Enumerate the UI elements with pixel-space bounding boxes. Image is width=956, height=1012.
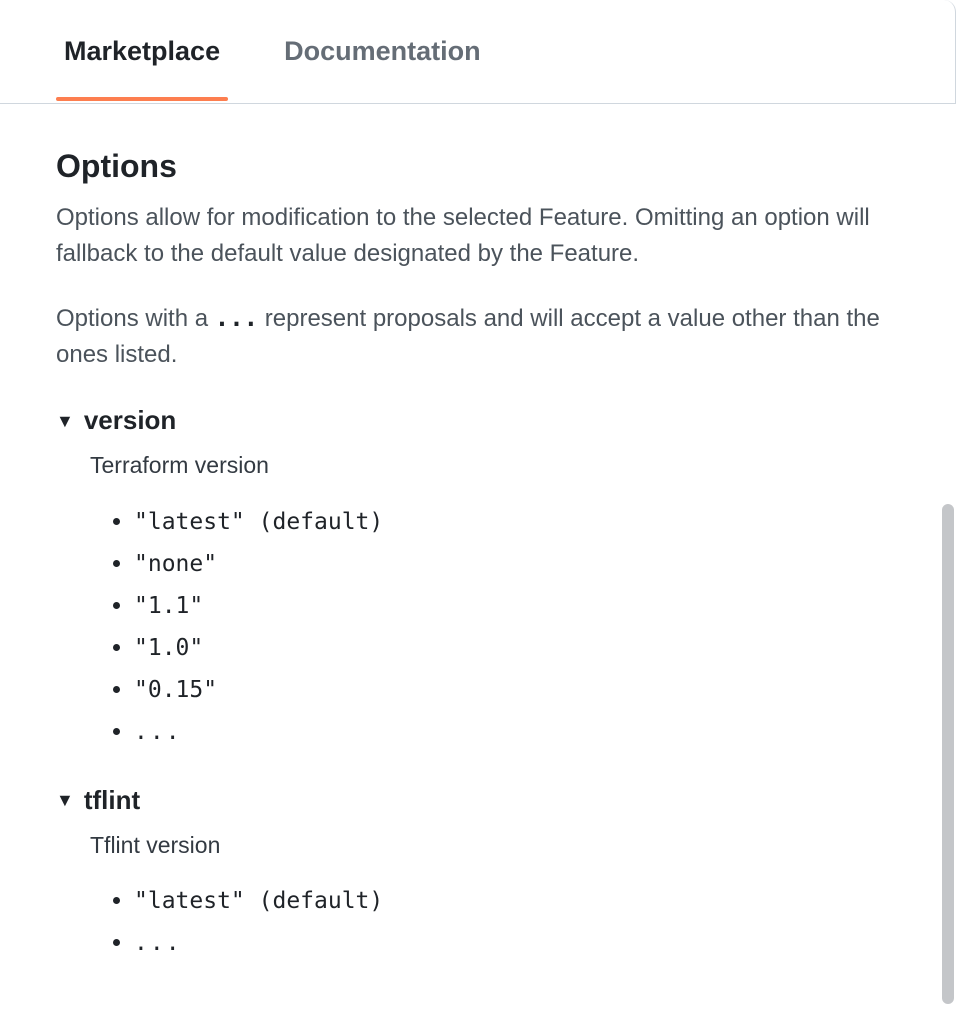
ellipsis-icon: ...: [134, 930, 182, 956]
tab-bar: Marketplace Documentation: [0, 0, 956, 104]
scrollbar-thumb[interactable]: [942, 504, 954, 1004]
list-item: ...: [134, 922, 900, 964]
option-version-name: version: [84, 401, 177, 440]
main-content: Options Options allow for modification t…: [0, 104, 956, 964]
desc2-prefix: Options with a: [56, 305, 215, 332]
options-description-2: Options with a ... represent proposals a…: [56, 300, 900, 373]
ellipsis-sample: ...: [215, 304, 258, 332]
option-version-sub: Terraform version: [90, 448, 900, 483]
value-code: "1.0": [134, 635, 203, 661]
value-suffix: (default): [245, 509, 383, 535]
option-tflint-sub: Tflint version: [90, 828, 900, 863]
options-description-1: Options allow for modification to the se…: [56, 200, 900, 272]
value-code: "1.1": [134, 593, 203, 619]
value-code: "latest": [134, 888, 245, 914]
scrollbar-track: [940, 104, 954, 1012]
list-item: "latest" (default): [134, 880, 900, 922]
option-tflint-name: tflint: [84, 781, 140, 820]
option-tflint-summary[interactable]: ▼ tflint: [56, 781, 900, 820]
value-code: "0.15": [134, 677, 217, 703]
list-item: "0.15": [134, 669, 900, 711]
value-suffix: (default): [245, 888, 383, 914]
options-heading: Options: [56, 142, 900, 190]
triangle-down-icon: ▼: [56, 791, 74, 809]
option-version-values: "latest" (default) "none" "1.1" "1.0" "0…: [134, 501, 900, 753]
value-code: "latest": [134, 509, 245, 535]
list-item: "1.0": [134, 627, 900, 669]
option-tflint: ▼ tflint Tflint version "latest" (defaul…: [56, 781, 900, 965]
option-version-summary[interactable]: ▼ version: [56, 401, 900, 440]
list-item: "none": [134, 543, 900, 585]
list-item: ...: [134, 711, 900, 753]
list-item: "latest" (default): [134, 501, 900, 543]
triangle-down-icon: ▼: [56, 412, 74, 430]
option-version: ▼ version Terraform version "latest" (de…: [56, 401, 900, 753]
option-tflint-values: "latest" (default) ...: [134, 880, 900, 964]
tab-documentation[interactable]: Documentation: [276, 2, 489, 101]
ellipsis-icon: ...: [134, 719, 182, 745]
tab-marketplace[interactable]: Marketplace: [56, 2, 228, 101]
value-code: "none": [134, 551, 217, 577]
list-item: "1.1": [134, 585, 900, 627]
